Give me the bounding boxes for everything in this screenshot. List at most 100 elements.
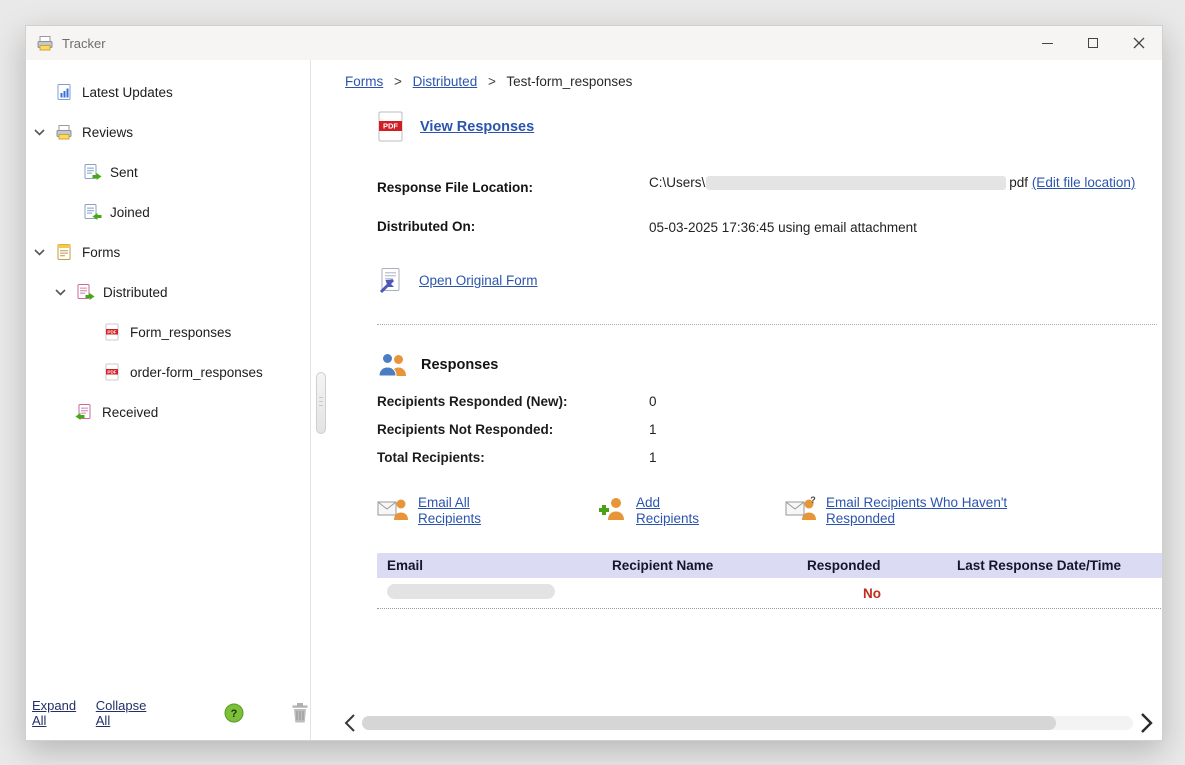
expand-all-link[interactable]: Expand All bbox=[32, 698, 82, 728]
reviews-icon bbox=[54, 123, 74, 141]
vertical-scrollbar-thumb[interactable] bbox=[316, 372, 326, 434]
sent-icon bbox=[82, 163, 102, 181]
titlebar: Tracker bbox=[26, 26, 1162, 60]
stat-label: Recipients Responded (New): bbox=[377, 394, 649, 409]
sidebar-item-joined[interactable]: Joined bbox=[26, 192, 310, 232]
recipients-table: Email Recipient Name Responded Last Resp… bbox=[377, 553, 1162, 609]
horizontal-scrollbar-track[interactable] bbox=[362, 716, 1133, 730]
email-all-recipients-action: Email All Recipients bbox=[377, 495, 597, 527]
breadcrumb-forms-link[interactable]: Forms bbox=[345, 74, 383, 89]
edit-file-location-link[interactable]: (Edit file location) bbox=[1032, 175, 1136, 190]
main-panel: Forms > Distributed > Test-form_response… bbox=[331, 60, 1162, 740]
breadcrumb-current: Test-form_responses bbox=[506, 74, 632, 89]
response-file-location-label: Response File Location: bbox=[377, 174, 649, 195]
joined-icon bbox=[82, 203, 102, 221]
sidebar-item-latest-updates[interactable]: Latest Updates bbox=[26, 72, 310, 112]
stat-label: Total Recipients: bbox=[377, 450, 649, 465]
maximize-button[interactable] bbox=[1070, 26, 1116, 60]
sidebar-item-label: Sent bbox=[110, 165, 138, 180]
breadcrumb-separator: > bbox=[488, 74, 496, 89]
stat-label: Recipients Not Responded: bbox=[377, 422, 649, 437]
sidebar-item-sent[interactable]: Sent bbox=[26, 152, 310, 192]
sidebar-item-received[interactable]: Received bbox=[26, 392, 310, 432]
open-original-form-link[interactable]: Open Original Form bbox=[419, 273, 538, 288]
svg-text:PDF: PDF bbox=[107, 329, 116, 334]
add-recipients-link[interactable]: Add Recipients bbox=[636, 495, 714, 527]
form-details: Response File Location: C:\Users\ pdf (Ed… bbox=[377, 174, 1162, 236]
scroll-right-icon[interactable] bbox=[1139, 712, 1154, 734]
minimize-button[interactable] bbox=[1024, 26, 1070, 60]
open-original-form-row: Open Original Form bbox=[377, 266, 1162, 294]
stat-value: 1 bbox=[649, 422, 1162, 437]
svg-text:?: ? bbox=[810, 495, 816, 505]
pdf-icon: PDF bbox=[102, 363, 122, 381]
email-not-responded-link[interactable]: Email Recipients Who Haven't Responded bbox=[826, 495, 1044, 527]
received-icon bbox=[74, 403, 94, 421]
pdf-icon: PDF bbox=[102, 323, 122, 341]
tracker-window: Tracker Latest bbox=[25, 25, 1163, 741]
sidebar-item-distributed[interactable]: Distributed bbox=[26, 272, 310, 312]
sidebar-item-forms[interactable]: Forms bbox=[26, 232, 310, 272]
email-not-responded-icon: ? bbox=[785, 495, 817, 521]
view-responses-link[interactable]: View Responses bbox=[420, 119, 534, 135]
table-row[interactable]: No bbox=[377, 578, 1162, 609]
column-header-responded: Responded bbox=[797, 558, 947, 573]
view-responses-row: PDF View Responses bbox=[377, 111, 1162, 142]
sidebar-item-label: Latest Updates bbox=[82, 85, 173, 100]
column-header-recipient-name: Recipient Name bbox=[602, 558, 797, 573]
sidebar-item-label: Forms bbox=[82, 245, 120, 260]
sidebar-item-order-form-responses[interactable]: PDF order-form_responses bbox=[26, 352, 310, 392]
file-path-prefix: C:\Users\ bbox=[649, 175, 705, 190]
chevron-down-icon[interactable] bbox=[33, 129, 46, 136]
response-file-location-value: C:\Users\ pdf (Edit file location) bbox=[649, 174, 1161, 195]
email-all-recipients-icon bbox=[377, 495, 409, 521]
add-recipients-action: Add Recipients bbox=[597, 495, 785, 527]
stat-value: 0 bbox=[649, 394, 1162, 409]
add-recipients-icon bbox=[597, 495, 627, 521]
breadcrumb-distributed-link[interactable]: Distributed bbox=[413, 74, 478, 89]
file-extension: pdf bbox=[1009, 175, 1028, 190]
stat-value: 1 bbox=[649, 450, 1162, 465]
sidebar-scrollbar bbox=[311, 60, 331, 740]
chevron-down-icon[interactable] bbox=[54, 289, 67, 296]
column-header-last-response: Last Response Date/Time bbox=[947, 558, 1162, 573]
column-header-email: Email bbox=[377, 558, 602, 573]
close-button[interactable] bbox=[1116, 26, 1162, 60]
breadcrumb: Forms > Distributed > Test-form_response… bbox=[345, 74, 1162, 89]
latest-updates-icon bbox=[54, 83, 74, 101]
tracker-app-icon bbox=[36, 34, 54, 52]
collapse-all-link[interactable]: Collapse All bbox=[96, 698, 151, 728]
redacted-file-path bbox=[706, 176, 1006, 190]
sidebar-item-label: order-form_responses bbox=[130, 365, 263, 380]
svg-text:?: ? bbox=[231, 708, 238, 720]
sidebar-item-label: Reviews bbox=[82, 125, 133, 140]
recipients-table-header: Email Recipient Name Responded Last Resp… bbox=[377, 553, 1162, 578]
recipient-actions: Email All Recipients Add Recipients bbox=[377, 495, 1162, 527]
sidebar-item-reviews[interactable]: Reviews bbox=[26, 112, 310, 152]
trash-icon[interactable] bbox=[290, 702, 310, 724]
scroll-left-icon[interactable] bbox=[343, 713, 356, 733]
section-divider bbox=[377, 324, 1157, 325]
svg-text:PDF: PDF bbox=[107, 369, 116, 374]
svg-text:PDF: PDF bbox=[383, 122, 398, 131]
distributed-on-label: Distributed On: bbox=[377, 213, 649, 236]
help-icon[interactable]: ? bbox=[224, 703, 244, 723]
window-title: Tracker bbox=[62, 36, 106, 51]
window-content: Latest Updates Reviews bbox=[26, 60, 1162, 740]
chevron-down-icon[interactable] bbox=[33, 249, 46, 256]
forms-icon bbox=[54, 243, 74, 261]
sidebar-tree: Latest Updates Reviews bbox=[26, 60, 311, 740]
horizontal-scrollbar bbox=[343, 712, 1154, 734]
responses-people-icon bbox=[377, 351, 409, 378]
tree-items: Latest Updates Reviews bbox=[26, 72, 310, 432]
horizontal-scrollbar-thumb[interactable] bbox=[362, 716, 1056, 730]
email-all-recipients-link[interactable]: Email All Recipients bbox=[418, 495, 488, 527]
sidebar-footer: Expand All Collapse All ? bbox=[26, 698, 310, 740]
sidebar-item-label: Joined bbox=[110, 205, 150, 220]
distributed-icon bbox=[75, 283, 95, 301]
email-not-responded-action: ? Email Recipients Who Haven't Responded bbox=[785, 495, 1044, 527]
distributed-on-value: 05-03-2025 17:36:45 using email attachme… bbox=[649, 213, 1161, 236]
redacted-email bbox=[387, 584, 555, 599]
breadcrumb-separator: > bbox=[394, 74, 402, 89]
sidebar-item-form-responses[interactable]: PDF Form_responses bbox=[26, 312, 310, 352]
